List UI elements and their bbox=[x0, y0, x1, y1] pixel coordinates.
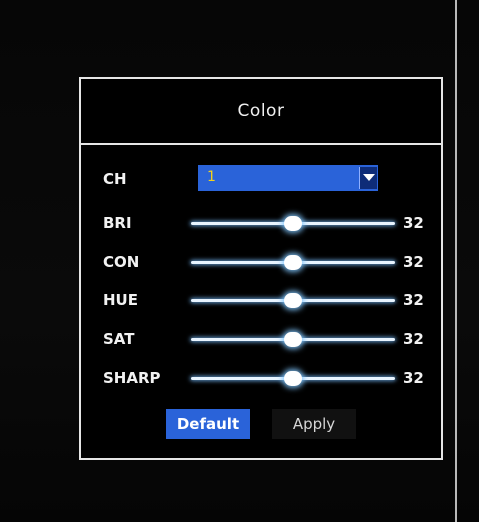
hue-label: HUE bbox=[103, 291, 138, 309]
sharpness-slider-thumb[interactable] bbox=[284, 371, 302, 386]
saturation-value: 32 bbox=[403, 330, 424, 348]
chevron-down-icon[interactable] bbox=[359, 167, 377, 189]
contrast-value: 32 bbox=[403, 253, 424, 271]
channel-label: CH bbox=[103, 170, 127, 188]
hue-slider-thumb[interactable] bbox=[284, 293, 302, 308]
sharpness-slider[interactable] bbox=[191, 369, 395, 389]
channel-select[interactable]: 1 bbox=[198, 165, 378, 191]
contrast-slider[interactable] bbox=[191, 253, 395, 273]
brightness-slider-thumb[interactable] bbox=[284, 216, 302, 231]
sharpness-value: 32 bbox=[403, 369, 424, 387]
contrast-label: CON bbox=[103, 253, 140, 271]
contrast-slider-thumb[interactable] bbox=[284, 255, 302, 270]
color-dialog: Color CH 1 BRI 32 CON 32 HUE 32 SAT 32 S… bbox=[79, 77, 443, 460]
brightness-value: 32 bbox=[403, 214, 424, 232]
sharpness-label: SHARP bbox=[103, 369, 161, 387]
default-button[interactable]: Default bbox=[166, 409, 250, 439]
saturation-slider[interactable] bbox=[191, 330, 395, 350]
brightness-slider[interactable] bbox=[191, 214, 395, 234]
screen-background: Color CH 1 BRI 32 CON 32 HUE 32 SAT 32 S… bbox=[0, 0, 479, 522]
apply-button[interactable]: Apply bbox=[272, 409, 356, 439]
dialog-header: Color bbox=[81, 79, 441, 145]
saturation-label: SAT bbox=[103, 330, 135, 348]
brightness-label: BRI bbox=[103, 214, 132, 232]
saturation-slider-thumb[interactable] bbox=[284, 332, 302, 347]
hue-slider[interactable] bbox=[191, 291, 395, 311]
screen-edge-line bbox=[455, 0, 457, 522]
hue-value: 32 bbox=[403, 291, 424, 309]
dialog-title: Color bbox=[237, 101, 285, 121]
channel-select-value: 1 bbox=[207, 169, 216, 185]
